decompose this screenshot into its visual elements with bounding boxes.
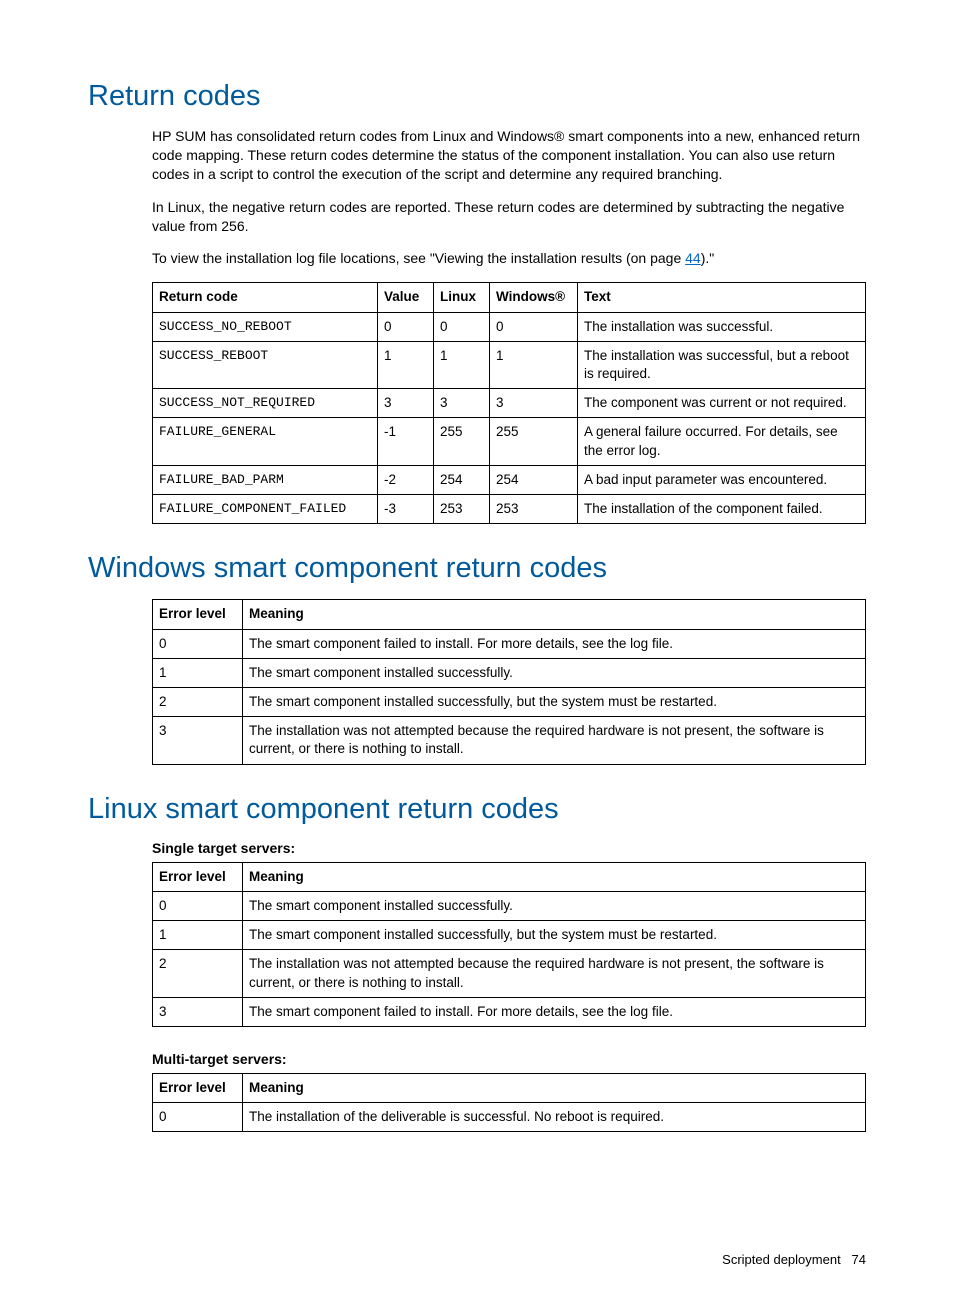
cell: 1 — [378, 341, 434, 388]
col-text: Text — [578, 283, 866, 312]
cell: 1 — [153, 658, 243, 687]
cell: 0 — [153, 629, 243, 658]
table-row: 3The installation was not attempted beca… — [153, 717, 866, 764]
table-row: FAILURE_COMPONENT_FAILED -3 253 253 The … — [153, 495, 866, 524]
heading-return-codes: Return codes — [88, 80, 866, 113]
cell: The smart component failed to install. F… — [243, 997, 866, 1026]
cell: 0 — [434, 312, 490, 341]
cell: 0 — [153, 891, 243, 920]
table-row: 2The smart component installed successfu… — [153, 687, 866, 716]
table-linux-multi: Error level Meaning 0The installation of… — [152, 1073, 866, 1132]
table-row: 0The smart component installed successfu… — [153, 891, 866, 920]
cell: The smart component installed successful… — [243, 921, 866, 950]
cell: The smart component failed to install. F… — [243, 629, 866, 658]
table-row: SUCCESS_REBOOT 1 1 1 The installation wa… — [153, 341, 866, 388]
page-footer: Scripted deployment 74 — [88, 1252, 866, 1267]
cell: 1 — [153, 921, 243, 950]
table-row: SUCCESS_NO_REBOOT 0 0 0 The installation… — [153, 312, 866, 341]
cell: The smart component installed successful… — [243, 891, 866, 920]
table-return-codes: Return code Value Linux Windows® Text SU… — [152, 282, 866, 524]
subhead-multi-target: Multi-target servers: — [152, 1051, 866, 1067]
paragraph-linux-note: In Linux, the negative return codes are … — [152, 198, 866, 236]
cell: 3 — [378, 389, 434, 418]
col-linux: Linux — [434, 283, 490, 312]
cell: 0 — [153, 1103, 243, 1132]
table-windows-codes: Error level Meaning 0The smart component… — [152, 599, 866, 764]
page-link-44[interactable]: 44 — [685, 250, 701, 266]
col-meaning: Meaning — [243, 1073, 866, 1102]
table-row: 0The smart component failed to install. … — [153, 629, 866, 658]
cell: 3 — [490, 389, 578, 418]
table-row: FAILURE_GENERAL -1 255 255 A general fai… — [153, 418, 866, 465]
cell: 254 — [434, 465, 490, 494]
table-header-row: Error level Meaning — [153, 600, 866, 629]
cell: 1 — [490, 341, 578, 388]
cell: -3 — [378, 495, 434, 524]
cell: -2 — [378, 465, 434, 494]
cell: 1 — [434, 341, 490, 388]
cell: 0 — [490, 312, 578, 341]
cell: 2 — [153, 950, 243, 997]
table-header-row: Error level Meaning — [153, 862, 866, 891]
table-row: 3The smart component failed to install. … — [153, 997, 866, 1026]
heading-linux: Linux smart component return codes — [88, 793, 866, 826]
cell: 255 — [434, 418, 490, 465]
cell: The installation was not attempted becau… — [243, 717, 866, 764]
table-row: SUCCESS_NOT_REQUIRED 3 3 3 The component… — [153, 389, 866, 418]
subhead-single-target: Single target servers: — [152, 840, 866, 856]
col-value: Value — [378, 283, 434, 312]
cell: 3 — [153, 717, 243, 764]
col-meaning: Meaning — [243, 600, 866, 629]
cell: -1 — [378, 418, 434, 465]
cell: 253 — [434, 495, 490, 524]
cell: 2 — [153, 687, 243, 716]
table-linux-single: Error level Meaning 0The smart component… — [152, 862, 866, 1027]
table-row: 0The installation of the deliverable is … — [153, 1103, 866, 1132]
cell: The installation was successful. — [578, 312, 866, 341]
cell: The installation of the deliverable is s… — [243, 1103, 866, 1132]
heading-windows: Windows smart component return codes — [88, 552, 866, 585]
cell: SUCCESS_NOT_REQUIRED — [153, 389, 378, 418]
cell: The smart component installed successful… — [243, 658, 866, 687]
col-error-level: Error level — [153, 862, 243, 891]
col-meaning: Meaning — [243, 862, 866, 891]
cell: A bad input parameter was encountered. — [578, 465, 866, 494]
table-header-row: Return code Value Linux Windows® Text — [153, 283, 866, 312]
cell: FAILURE_GENERAL — [153, 418, 378, 465]
cell: 0 — [378, 312, 434, 341]
cell: 255 — [490, 418, 578, 465]
text: To view the installation log file locati… — [152, 250, 685, 266]
cell: 3 — [434, 389, 490, 418]
footer-page-number: 74 — [852, 1252, 866, 1267]
cell: FAILURE_COMPONENT_FAILED — [153, 495, 378, 524]
cell: FAILURE_BAD_PARM — [153, 465, 378, 494]
table-row: 1The smart component installed successfu… — [153, 921, 866, 950]
cell: A general failure occurred. For details,… — [578, 418, 866, 465]
table-row: 1The smart component installed successfu… — [153, 658, 866, 687]
table-row: 2The installation was not attempted beca… — [153, 950, 866, 997]
paragraph-intro: HP SUM has consolidated return codes fro… — [152, 127, 866, 184]
cell: 253 — [490, 495, 578, 524]
cell: SUCCESS_NO_REBOOT — [153, 312, 378, 341]
col-error-level: Error level — [153, 1073, 243, 1102]
cell: The component was current or not require… — [578, 389, 866, 418]
cell: SUCCESS_REBOOT — [153, 341, 378, 388]
col-return-code: Return code — [153, 283, 378, 312]
footer-section: Scripted deployment — [722, 1252, 841, 1267]
table-row: FAILURE_BAD_PARM -2 254 254 A bad input … — [153, 465, 866, 494]
cell: The installation was not attempted becau… — [243, 950, 866, 997]
paragraph-log-ref: To view the installation log file locati… — [152, 249, 866, 268]
col-error-level: Error level — [153, 600, 243, 629]
cell: 3 — [153, 997, 243, 1026]
cell: The smart component installed successful… — [243, 687, 866, 716]
cell: The installation of the component failed… — [578, 495, 866, 524]
col-windows: Windows® — [490, 283, 578, 312]
cell: 254 — [490, 465, 578, 494]
table-header-row: Error level Meaning — [153, 1073, 866, 1102]
text: )." — [701, 250, 715, 266]
cell: The installation was successful, but a r… — [578, 341, 866, 388]
